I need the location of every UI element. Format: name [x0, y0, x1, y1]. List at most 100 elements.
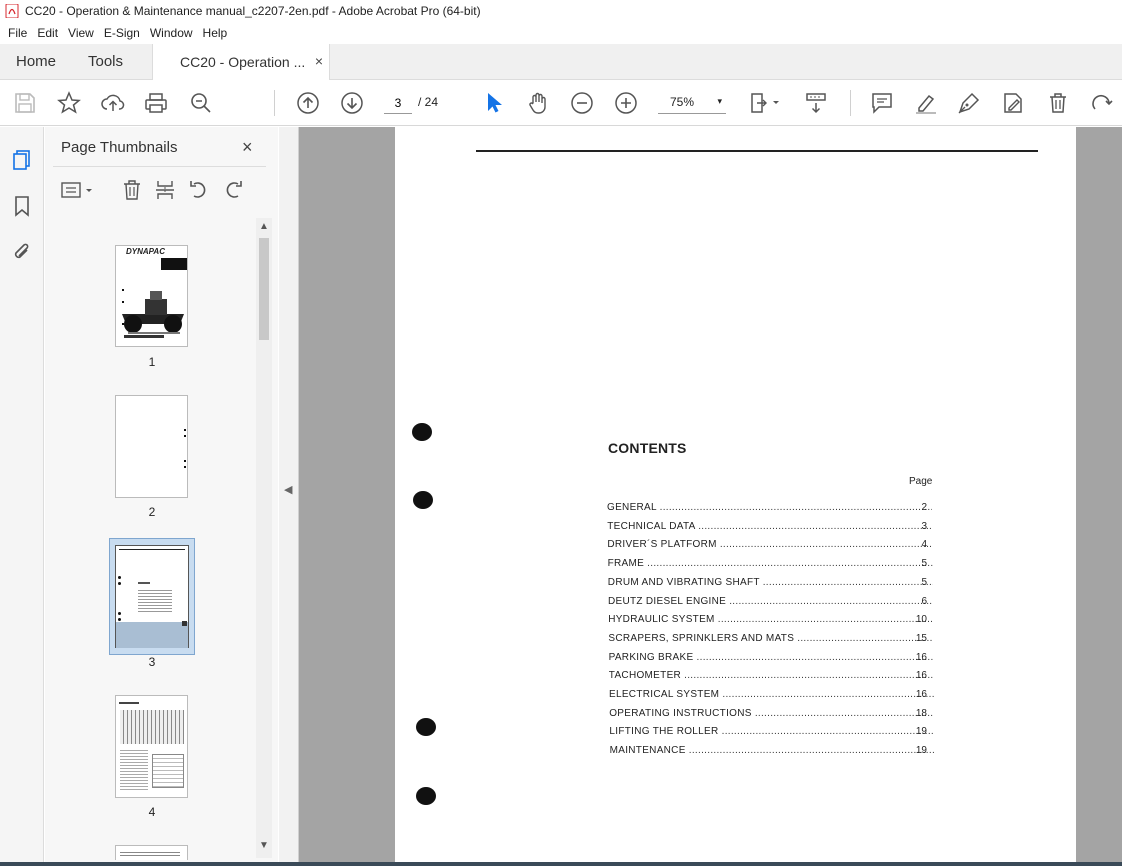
tab-home[interactable]: Home — [16, 53, 56, 70]
toc-entry-page: 6 — [921, 596, 927, 607]
thumbnail-page-1[interactable]: DYNAPAC — [115, 245, 188, 347]
toc-entry: FRAME ..................................… — [608, 558, 933, 569]
page-down-icon[interactable] — [340, 91, 364, 115]
menu-view[interactable]: View — [68, 26, 94, 40]
print-icon[interactable] — [144, 91, 168, 115]
acrobat-app-icon — [5, 4, 19, 18]
delete-page-icon[interactable] — [121, 179, 143, 201]
window-title: CC20 - Operation & Maintenance manual_c2… — [25, 4, 481, 18]
toc-leader-dots: ........................................… — [647, 558, 933, 569]
toc-entry-page: 2 — [921, 502, 927, 513]
binding-hole — [416, 718, 436, 736]
pdf-page: CONTENTS Page GENERAL ..................… — [395, 127, 1076, 862]
toc-entry-label: FRAME — [607, 558, 645, 569]
upload-icon[interactable] — [101, 91, 125, 115]
toc-leader-dots: ........................................… — [688, 745, 935, 756]
title-bar: CC20 - Operation & Maintenance manual_c2… — [0, 0, 1122, 22]
zoom-value: 75% — [670, 95, 695, 109]
thumbnail-options-icon[interactable] — [61, 179, 95, 201]
thumbnail-page-5[interactable] — [115, 845, 188, 860]
toc-leader-dots: ........................................… — [754, 708, 935, 719]
extract-page-icon[interactable] — [154, 179, 176, 201]
main-toolbar: / 24 75% ▾ — [0, 80, 1122, 126]
page-up-icon[interactable] — [296, 91, 320, 115]
highlight-icon[interactable] — [914, 91, 938, 115]
menu-help[interactable]: Help — [203, 26, 228, 40]
toc-entry-page: 16 — [915, 670, 927, 681]
toc-entry: GENERAL ................................… — [607, 502, 932, 513]
binding-hole — [412, 423, 432, 441]
fill-sign-icon[interactable] — [1001, 91, 1025, 115]
toc-entry: TECHNICAL DATA .........................… — [607, 521, 932, 532]
toc-entry-label: GENERAL — [607, 502, 657, 513]
toc-leader-dots: ........................................… — [717, 614, 934, 625]
close-tab-icon[interactable]: × — [315, 53, 323, 69]
toc-entry-page: 10 — [915, 614, 927, 625]
star-icon[interactable] — [57, 91, 81, 115]
scrollbar-thumb[interactable] — [259, 238, 269, 340]
toc-entry: DEUTZ DIESEL ENGINE ....................… — [608, 596, 933, 607]
zoom-out-icon[interactable] — [570, 91, 594, 115]
attachments-icon[interactable] — [11, 241, 33, 263]
select-arrow-icon[interactable] — [482, 91, 506, 115]
menu-edit[interactable]: Edit — [37, 26, 58, 40]
thumbnail-number: 2 — [148, 505, 156, 519]
zoom-dropdown[interactable]: 75% ▾ — [658, 92, 726, 114]
thumbnail-list: DYNAPAC 1 2 3 4 — [57, 220, 269, 860]
thumbnail-brand-text: DYNAPAC — [126, 247, 165, 256]
menu-file[interactable]: File — [8, 26, 27, 40]
scroll-mode-icon[interactable] — [804, 91, 828, 115]
toc-entry-label: HYDRAULIC SYSTEM — [608, 614, 715, 625]
toc-leader-dots: ........................................… — [729, 596, 933, 607]
delete-icon[interactable] — [1046, 91, 1070, 115]
toc-leader-dots: ........................................… — [698, 521, 933, 532]
tab-document[interactable]: CC20 - Operation ... × — [152, 44, 330, 81]
toc-entry-label: TECHNICAL DATA — [607, 521, 696, 532]
toc-entry-label: DEUTZ DIESEL ENGINE — [608, 596, 727, 607]
toc-entry-label: ELECTRICAL SYSTEM — [609, 689, 720, 700]
binding-hole — [416, 787, 436, 805]
hand-icon[interactable] — [526, 91, 550, 115]
document-viewer[interactable]: CONTENTS Page GENERAL ..................… — [299, 127, 1122, 862]
toc-leader-dots: ........................................… — [721, 726, 935, 737]
page-thumbnails-icon[interactable] — [11, 149, 33, 171]
rotate-icon[interactable] — [1090, 91, 1114, 115]
scroll-down-icon[interactable]: ▼ — [259, 840, 269, 851]
toc-entry-label: TACHOMETER — [608, 670, 682, 681]
toc-entry-label: OPERATING INSTRUCTIONS — [609, 708, 752, 719]
thumbnail-number: 4 — [148, 805, 156, 819]
rotate-right-icon[interactable] — [222, 179, 244, 201]
menu-esign[interactable]: E-Sign — [104, 26, 140, 40]
chevron-down-icon: ▾ — [717, 96, 722, 106]
toc-entry: OPERATING INSTRUCTIONS .................… — [609, 708, 934, 719]
toc-leader-dots: ........................................… — [762, 577, 933, 588]
zoom-in-icon[interactable] — [614, 91, 638, 115]
close-panel-icon[interactable]: × — [242, 137, 253, 158]
toc-entry-label: SCRAPERS, SPRINKLERS AND MATS — [608, 633, 795, 644]
thumbnail-page-4[interactable] — [115, 695, 188, 798]
page-total: / 24 — [418, 95, 439, 109]
toc-entry-label: PARKING BRAKE — [608, 652, 694, 663]
document-tab-label: CC20 - Operation ... — [180, 54, 306, 70]
menu-window[interactable]: Window — [150, 26, 193, 40]
page-number-input[interactable] — [384, 92, 412, 114]
thumbnail-page-2[interactable] — [115, 395, 188, 498]
sign-icon[interactable] — [957, 91, 981, 115]
scroll-up-icon[interactable]: ▲ — [259, 221, 269, 232]
toc-entry-label: DRIVER´S PLATFORM — [607, 539, 717, 550]
tab-tools[interactable]: Tools — [88, 53, 123, 70]
thumbnail-page-3[interactable] — [115, 545, 189, 648]
thumbnails-panel: Page Thumbnails × DYNAPAC 1 2 3 4 — [45, 127, 278, 862]
panel-collapse-handle[interactable]: ◀ — [279, 127, 299, 862]
rotate-left-icon[interactable] — [188, 179, 210, 201]
zoom-search-icon[interactable] — [189, 91, 213, 115]
toc-entry-page: 16 — [915, 689, 927, 700]
save-icon[interactable] — [13, 91, 37, 115]
comment-icon[interactable] — [870, 91, 894, 115]
thumbnail-scrollbar[interactable]: ▲ ▼ — [256, 218, 272, 858]
bookmarks-icon[interactable] — [11, 195, 33, 217]
toc-leader-dots: ........................................… — [684, 670, 934, 681]
toc-entry: HYDRAULIC SYSTEM .......................… — [608, 614, 933, 625]
page-column-header: Page — [909, 476, 933, 487]
fit-page-icon[interactable] — [748, 91, 782, 115]
